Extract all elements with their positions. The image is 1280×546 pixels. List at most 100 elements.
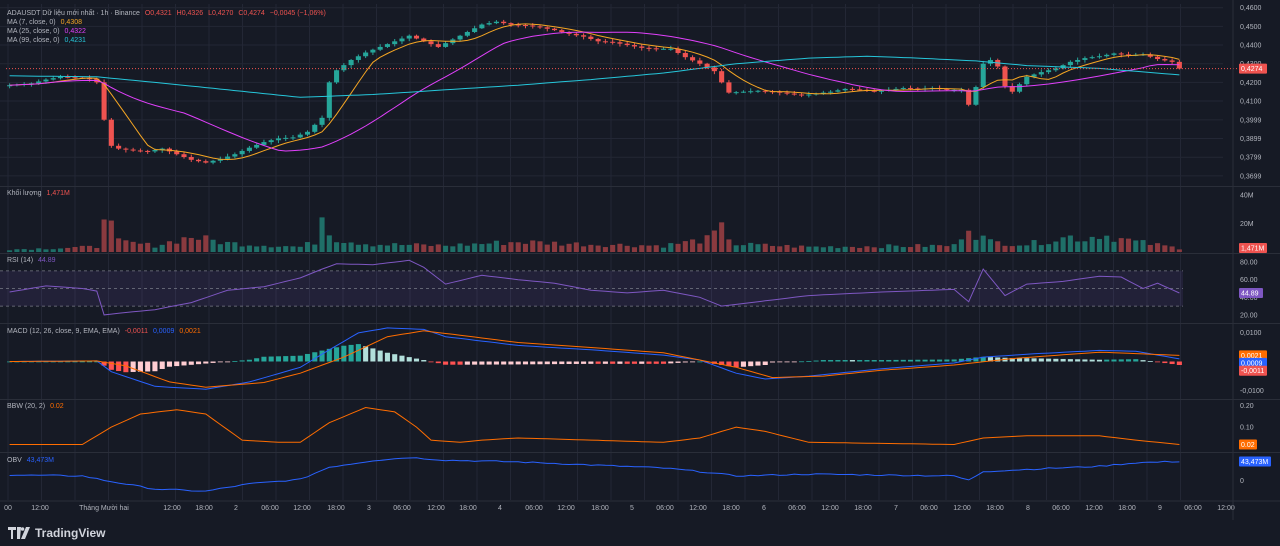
candle-body: [544, 27, 550, 29]
macd-histogram-bar: [668, 361, 674, 364]
volume-bar: [14, 249, 20, 252]
time-tick-label: Tháng Mười hai: [79, 505, 129, 512]
volume-bar: [159, 244, 165, 252]
macd-histogram-bar: [283, 356, 289, 362]
price-tick-label: 0,4600: [1240, 5, 1262, 12]
volume-bar: [799, 245, 805, 252]
volume-bar: [842, 246, 848, 252]
candle-body: [588, 36, 594, 39]
macd-histogram-bar: [450, 361, 456, 365]
macd-histogram-bar: [1038, 358, 1044, 362]
volume-bar: [7, 250, 13, 252]
bbw-legend[interactable]: BBW (20, 2) 0.02: [7, 403, 64, 411]
volume-bar: [413, 243, 420, 252]
volume-bar: [261, 245, 267, 252]
ma25-value: 0,4322: [64, 28, 86, 35]
candle-body: [653, 48, 659, 50]
candle-body: [646, 47, 652, 49]
macd-histogram-bar: [799, 361, 805, 363]
candle-body: [559, 30, 565, 32]
volume-bar: [1176, 249, 1182, 252]
candle-body: [668, 48, 674, 50]
macd-histogram-bar: [544, 361, 550, 365]
candle-body: [1002, 66, 1008, 87]
macd-histogram-bar: [1111, 359, 1117, 362]
macd-histogram-bar: [697, 361, 703, 363]
volume-bar: [1067, 235, 1073, 252]
candle-body: [130, 149, 136, 151]
volume-bar: [43, 249, 49, 252]
macd-histogram-bar: [116, 361, 122, 372]
volume-bar: [1125, 238, 1132, 252]
volume-tick-label: 20M: [1240, 221, 1254, 228]
volume-bar: [1089, 236, 1095, 252]
volume-bar: [239, 246, 245, 252]
candle-body: [1111, 53, 1117, 55]
volume-bar: [94, 248, 100, 252]
volume-bar: [36, 248, 42, 252]
macd-histogram-bar: [820, 360, 826, 362]
candle-body: [806, 94, 812, 96]
time-tick-label: 18:00: [195, 505, 213, 512]
candle-body: [246, 147, 252, 151]
volume-bar: [980, 235, 986, 252]
tradingview-logo[interactable]: TradingView: [8, 525, 105, 541]
time-tick-label: 3: [367, 505, 371, 512]
volume-bar: [573, 242, 579, 252]
time-tick-label: 12:00: [293, 505, 311, 512]
macd-histogram-bar: [355, 344, 361, 362]
candle-body: [530, 25, 536, 27]
volume-bar: [973, 239, 979, 252]
time-tick-label: 18:00: [1118, 505, 1136, 512]
obv-last-label: 43,473M: [1241, 459, 1268, 466]
macd-histogram-bar: [646, 361, 652, 364]
ma7-legend[interactable]: MA (7, close, 0) 0,4308: [7, 19, 82, 27]
ma25-legend[interactable]: MA (25, close, 0) 0,4322: [7, 28, 86, 36]
candle-body: [973, 87, 979, 105]
rsi-legend[interactable]: RSI (14) 44.89: [7, 257, 56, 265]
macd-histogram-bar: [261, 356, 267, 362]
macd-legend[interactable]: MACD (12, 26, close, 9, EMA, EMA) -0,001…: [7, 328, 201, 336]
volume-bar: [1031, 240, 1037, 252]
macd-histogram-bar: [435, 361, 441, 364]
volume-bar: [341, 242, 347, 252]
obv-label: OBV: [7, 457, 22, 464]
bbw-tick-label: 0.10: [1240, 425, 1254, 432]
price-tick-label: 0,3799: [1240, 155, 1262, 162]
candle-body: [145, 150, 151, 152]
volume-bar: [893, 245, 899, 252]
time-tick-label: 18:00: [459, 505, 477, 512]
candle-body: [1046, 70, 1052, 73]
macd-histogram-bar: [551, 361, 558, 365]
obv-legend[interactable]: OBV 43,473M: [7, 457, 54, 465]
time-tick-label: 12:00: [163, 505, 181, 512]
volume-bar: [57, 248, 64, 252]
price-tick-label: 0,3699: [1240, 173, 1262, 180]
volume-bar: [392, 243, 398, 252]
macd-histogram-bar: [1140, 360, 1146, 362]
volume-bar: [908, 247, 914, 252]
volume-bar: [464, 245, 470, 252]
time-tick-label: 7: [894, 505, 898, 512]
volume-bar: [87, 245, 93, 252]
volume-bar: [1002, 245, 1008, 252]
macd-histogram-bar: [588, 361, 594, 364]
candle-body: [537, 26, 543, 28]
trading-chart[interactable]: 0,46000,45000,44000,43000,42000,41000,39…: [0, 0, 1280, 546]
volume-legend[interactable]: Khối lượng 1,471M: [7, 190, 70, 198]
rsi-label: RSI (14): [7, 257, 34, 264]
volume-value: 1,471M: [46, 190, 70, 197]
volume-bar: [195, 239, 202, 252]
macd-histogram-bar: [421, 360, 427, 362]
symbol-legend: ADAUSDT Dữ liệu mới nhất · 1h · Binance …: [7, 10, 326, 18]
volume-bar: [181, 237, 187, 252]
chart-grid: [0, 4, 1280, 502]
ma99-legend[interactable]: MA (99, close, 0) 0,4231: [7, 37, 86, 45]
macd-histogram-bar: [130, 361, 136, 372]
macd-histogram-bar: [166, 361, 173, 367]
volume-bar: [835, 248, 841, 252]
time-tick-label: 18:00: [854, 505, 872, 512]
volume-bar: [275, 246, 281, 252]
macd-histogram-bar: [304, 353, 311, 362]
macd-histogram-bar: [275, 356, 281, 362]
